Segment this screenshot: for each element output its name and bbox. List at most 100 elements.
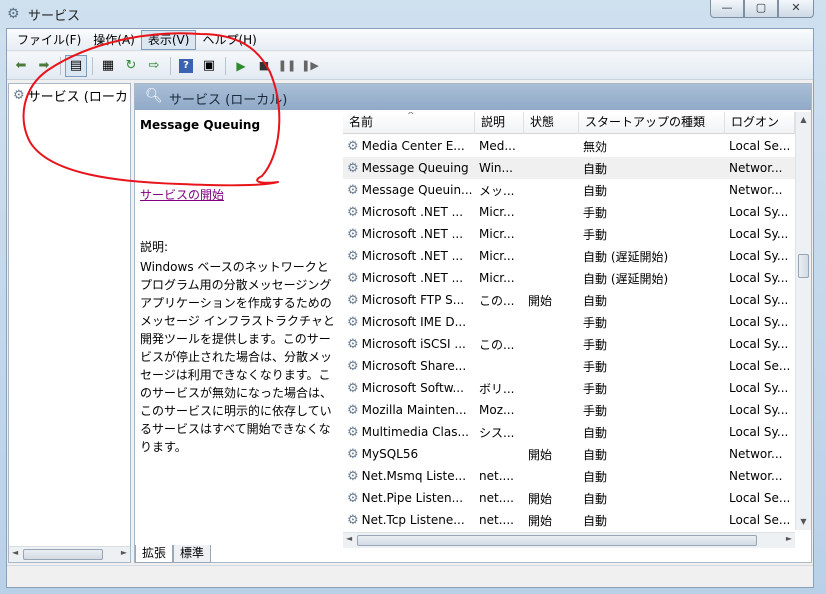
- back-button[interactable]: ⬅: [10, 55, 32, 77]
- column-header-startup-type[interactable]: スタートアップの種類: [579, 112, 725, 134]
- column-header-description[interactable]: 説明: [475, 112, 524, 134]
- service-desc-cell: net....: [479, 469, 514, 483]
- service-name-cell: ⚙ MySQL56: [343, 447, 475, 462]
- show-hide-console-tree-button[interactable]: ▤: [65, 54, 87, 77]
- tab-extended[interactable]: 拡張: [135, 545, 174, 563]
- gear-icon: ⚙: [347, 490, 359, 506]
- table-row[interactable]: ⚙ Microsoft FTP S... この... 開始 自動 Local Sy...: [343, 289, 795, 311]
- list-horizontal-scrollbar[interactable]: ◄ ►: [343, 532, 795, 548]
- service-desc-cell: この...: [479, 337, 515, 352]
- restart-icon: ❚▶: [301, 59, 319, 72]
- toolbar-separator: [60, 56, 61, 75]
- service-name: Microsoft FTP S...: [361, 293, 465, 307]
- forward-button[interactable]: ➡: [33, 55, 55, 77]
- table-row[interactable]: ⚙ Microsoft .NET ... Micr... 自動 (遅延開始) Local…: [343, 267, 795, 289]
- service-desc-cell: Micr...: [479, 205, 515, 219]
- tree-horizontal-scrollbar[interactable]: ◄ ►: [9, 546, 130, 562]
- maximize-button[interactable]: ▢: [744, 0, 778, 18]
- table-row[interactable]: ⚙ Net.Pipe Listen... net.... 開始 自動 Local Se..…: [343, 487, 795, 509]
- minimize-button[interactable]: —: [710, 0, 744, 18]
- show-action-pane-button[interactable]: ▣: [198, 55, 220, 77]
- scroll-right-icon[interactable]: ►: [121, 548, 127, 557]
- restart-service-button[interactable]: ❚▶: [299, 55, 321, 77]
- service-desc-cell: Win...: [479, 161, 513, 175]
- column-header-status[interactable]: 状態: [524, 112, 579, 134]
- scroll-left-icon[interactable]: ◄: [12, 548, 18, 557]
- table-row[interactable]: ⚙ Message Queuin... メッ... 自動 Networ...: [343, 179, 795, 201]
- gear-icon: ⚙: [347, 358, 359, 374]
- list-vertical-scrollbar[interactable]: ▲ ▼: [795, 112, 811, 530]
- scroll-down-icon[interactable]: ▼: [796, 514, 811, 530]
- console-tree: ⚙ サービス (ローカル) ◄ ►: [8, 83, 131, 563]
- table-row[interactable]: ⚙ Microsoft IME D... 手動 Local Sy...: [343, 311, 795, 333]
- status-bar: [7, 565, 813, 587]
- scroll-up-icon[interactable]: ▲: [796, 112, 811, 128]
- start-service-link[interactable]: サービスの開始: [140, 186, 224, 203]
- scroll-right-icon[interactable]: ►: [786, 534, 792, 543]
- table-row[interactable]: ⚙ Mozilla Mainten... Moz... 手動 Local Sy...: [343, 399, 795, 421]
- menu-view[interactable]: 表示(V): [140, 29, 197, 50]
- stop-service-button[interactable]: ■: [253, 55, 275, 77]
- properties-button[interactable]: ▦: [97, 55, 119, 77]
- gear-icon: ⚙: [347, 512, 359, 528]
- menu-file[interactable]: ファイル(F): [11, 30, 87, 50]
- close-button[interactable]: ✕: [778, 0, 814, 18]
- table-row[interactable]: ⚙ Net.Tcp Listene... net.... 開始 自動 Local Se..…: [343, 509, 795, 531]
- column-header-logon[interactable]: ログオン: [725, 112, 795, 134]
- table-row[interactable]: ⚙ Microsoft .NET ... Micr... 手動 Local Sy...: [343, 201, 795, 223]
- arrow-left-icon: ⬅: [15, 58, 27, 73]
- service-logon-cell: Local Se...: [729, 513, 791, 527]
- service-desc-cell: Moz...: [479, 403, 515, 417]
- service-name-cell: ⚙ Microsoft .NET ...: [343, 271, 475, 286]
- column-header-name[interactable]: ^ 名前: [343, 112, 475, 134]
- table-row[interactable]: ⚙ Microsoft Softw... ボリ... 手動 Local Sy...: [343, 377, 795, 399]
- gear-icon: ⚙: [347, 270, 359, 286]
- service-desc-cell: ボリ...: [479, 381, 515, 396]
- menu-action[interactable]: 操作(A): [87, 30, 141, 50]
- service-name: Microsoft .NET ...: [361, 227, 464, 241]
- service-name: Message Queuing: [361, 161, 469, 175]
- pause-service-button[interactable]: ❚❚: [276, 55, 298, 77]
- service-status-cell: 開始: [528, 293, 553, 308]
- table-row[interactable]: ⚙ Media Center E... Med... 無効 Local Se...: [343, 135, 795, 157]
- service-name: Net.Pipe Listen...: [361, 491, 464, 505]
- table-row[interactable]: ⚙ Microsoft .NET ... Micr... 手動 Local Sy...: [343, 223, 795, 245]
- gear-icon: ⚙: [347, 292, 359, 308]
- tree-scroll-thumb[interactable]: [23, 549, 103, 560]
- table-row[interactable]: ⚙ MySQL56 開始 自動 Networ...: [343, 443, 795, 465]
- service-logon-cell: Local Se...: [729, 491, 791, 505]
- service-name: Microsoft .NET ...: [361, 205, 464, 219]
- service-name-cell: ⚙ Microsoft .NET ...: [343, 205, 475, 220]
- toolbar-separator: [170, 56, 171, 75]
- table-row[interactable]: ⚙ Net.Msmq Liste... net.... 自動 Networ...: [343, 465, 795, 487]
- help-button[interactable]: ?: [175, 55, 197, 77]
- gear-icon: ⚙: [347, 314, 359, 330]
- table-row[interactable]: ⚙ Microsoft iSCSI ... この... 手動 Local Sy...: [343, 333, 795, 355]
- list-hscroll-thumb[interactable]: [357, 535, 757, 546]
- stop-icon: ■: [258, 59, 270, 72]
- tree-item-services-local[interactable]: ⚙ サービス (ローカル): [13, 86, 129, 105]
- start-service-button[interactable]: ▶: [230, 55, 252, 77]
- service-name: Multimedia Clas...: [361, 425, 469, 439]
- table-row[interactable]: ⚙ Microsoft Share... 手動 Local Se...: [343, 355, 795, 377]
- list-vscroll-thumb[interactable]: [798, 254, 809, 278]
- title-bar: ⚙ サービス — ▢ ✕: [0, 0, 826, 28]
- service-desc-cell: シス...: [479, 425, 515, 440]
- table-row[interactable]: ⚙ Message Queuing Win... 自動 Networ...: [343, 157, 795, 179]
- scroll-left-icon[interactable]: ◄: [346, 534, 352, 543]
- service-name: Message Queuin...: [361, 183, 473, 197]
- tab-standard[interactable]: 標準: [173, 545, 212, 563]
- export-list-button[interactable]: ⇨: [143, 55, 165, 77]
- service-logon-cell: Local Sy...: [729, 315, 789, 329]
- service-logon-cell: Local Sy...: [729, 337, 789, 351]
- gear-icon: ⚙: [347, 424, 359, 440]
- table-row[interactable]: ⚙ Microsoft .NET ... Micr... 自動 (遅延開始) Local…: [343, 245, 795, 267]
- service-name: MySQL56: [361, 447, 419, 461]
- service-name-cell: ⚙ Message Queuin...: [343, 183, 475, 198]
- refresh-button[interactable]: ↻: [120, 55, 142, 77]
- table-row[interactable]: ⚙ Multimedia Clas... シス... 自動 Local Sy...: [343, 421, 795, 443]
- service-startup-cell: 自動: [583, 469, 608, 484]
- service-name: Microsoft .NET ...: [361, 271, 464, 285]
- menu-help[interactable]: ヘルプ(H): [196, 30, 262, 50]
- service-desc-cell: Med...: [479, 139, 516, 153]
